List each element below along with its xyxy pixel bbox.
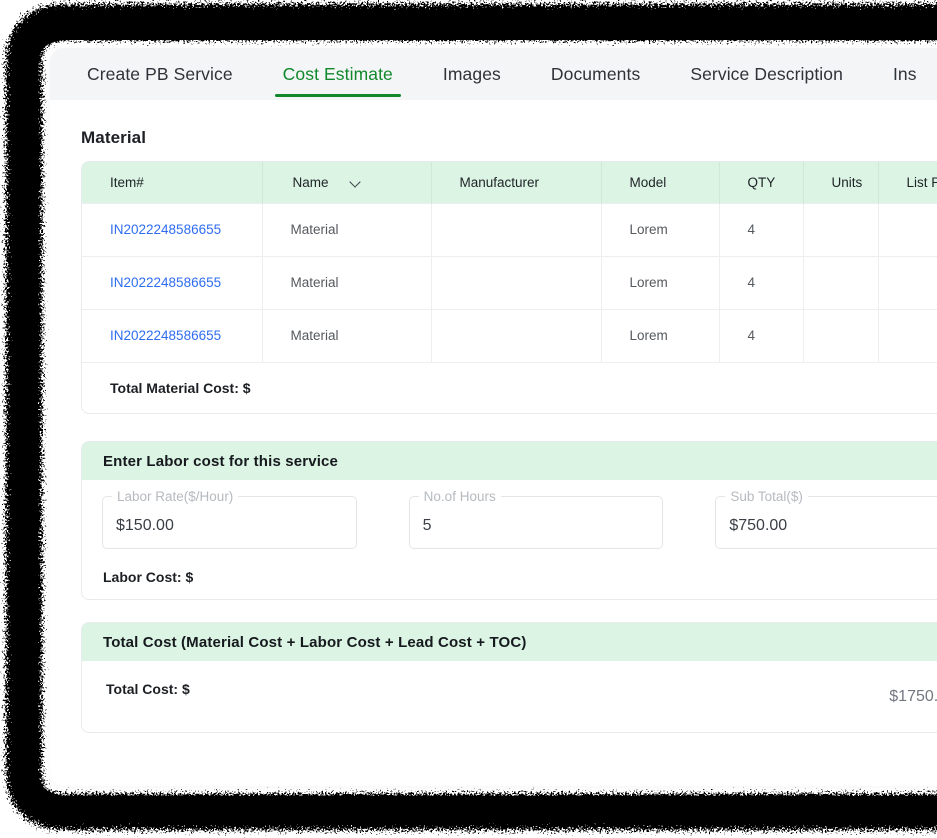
cell-manufacturer <box>431 308 602 362</box>
labor-cost-summary: Labor Cost: $ <box>103 569 194 585</box>
cell-manufacturer <box>431 202 602 256</box>
tab-images[interactable]: Images <box>418 48 526 100</box>
cell-model: Lorem <box>601 308 720 362</box>
tab-label: Service Description <box>690 63 843 84</box>
cell-qty: 4 <box>719 308 804 362</box>
total-cost-body: Total Cost: $ $1750.00 <box>82 661 937 732</box>
labor-fields-row: Labor Rate($/Hour) No.of Hours Sub Total… <box>102 489 937 549</box>
column-header-item[interactable]: Item# <box>82 162 263 203</box>
cell-list-price <box>878 255 937 309</box>
column-header-model[interactable]: Model <box>601 162 720 203</box>
cell-units <box>803 255 879 309</box>
tab-cost-estimate[interactable]: Cost Estimate <box>258 48 418 100</box>
total-material-cost: Total Material Cost: $ <box>82 362 937 413</box>
tab-service-description[interactable]: Service Description <box>665 48 868 100</box>
total-cost-label: Total Cost: $ <box>106 681 190 697</box>
table-row: IN2022248586655 Material Lorem 4 <box>82 202 937 256</box>
item-link[interactable]: IN2022248586655 <box>110 328 221 343</box>
cell-name: Material <box>262 308 432 362</box>
cell-item: IN2022248586655 <box>82 308 263 362</box>
labor-rate-input[interactable] <box>102 502 357 549</box>
item-link[interactable]: IN2022248586655 <box>110 275 221 290</box>
labor-rate-field[interactable]: Labor Rate($/Hour) <box>102 489 357 549</box>
tab-documents[interactable]: Documents <box>526 48 665 100</box>
column-header-list-price[interactable]: List Price($) <box>878 162 937 203</box>
labor-cost-panel: Enter Labor cost for this service Labor … <box>81 441 937 600</box>
cell-units <box>803 308 879 362</box>
item-link[interactable]: IN2022248586655 <box>110 222 221 237</box>
labor-panel-body: Labor Rate($/Hour) No.of Hours Sub Total… <box>82 480 937 599</box>
tab-label: Cost Estimate <box>282 63 393 84</box>
cell-name: Material <box>262 255 432 309</box>
tab-label: Images <box>442 63 501 84</box>
column-header-manufacturer[interactable]: Manufacturer <box>431 162 602 203</box>
total-cost-value: $1750.00 <box>889 688 937 705</box>
tab-create-pb-service[interactable]: Create PB Service <box>62 48 258 100</box>
tab-label: Ins <box>892 63 917 84</box>
chevron-down-icon[interactable] <box>351 177 362 188</box>
cell-item: IN2022248586655 <box>82 202 263 256</box>
tab-label: Documents <box>550 63 641 84</box>
material-table-header-row: Item# Name Manufacturer Model QTY Units … <box>82 162 937 203</box>
column-header-qty[interactable]: QTY <box>719 162 804 203</box>
material-table-card: Item# Name Manufacturer Model QTY Units … <box>81 161 937 414</box>
cell-name: Material <box>262 202 432 256</box>
labor-panel-header: Enter Labor cost for this service <box>82 442 937 480</box>
app-card: Create PB Service Cost Estimate Images D… <box>50 48 937 786</box>
cell-list-price <box>878 308 937 362</box>
column-header-name-label: Name <box>292 174 329 190</box>
total-cost-panel: Total Cost (Material Cost + Labor Cost +… <box>81 622 937 733</box>
cell-manufacturer <box>431 255 602 309</box>
column-header-units[interactable]: Units <box>803 162 879 203</box>
cell-item: IN2022248586655 <box>82 255 263 309</box>
tab-inspection[interactable]: Ins <box>868 48 937 100</box>
table-row: IN2022248586655 Material Lorem 4 <box>82 255 937 309</box>
material-table: Item# Name Manufacturer Model QTY Units … <box>82 162 937 362</box>
column-header-name[interactable]: Name <box>262 162 432 203</box>
total-cost-header: Total Cost (Material Cost + Labor Cost +… <box>82 623 937 661</box>
hours-field[interactable]: No.of Hours <box>408 489 664 549</box>
cell-list-price <box>878 202 937 256</box>
tab-label: Create PB Service <box>87 63 233 84</box>
hours-input[interactable] <box>408 502 664 549</box>
cell-units <box>803 202 879 256</box>
cell-model: Lorem <box>601 202 720 256</box>
cell-qty: 4 <box>719 202 804 256</box>
material-section-title: Material <box>81 128 147 147</box>
tab-bar: Create PB Service Cost Estimate Images D… <box>50 48 937 100</box>
cell-model: Lorem <box>601 255 720 309</box>
cell-qty: 4 <box>719 255 804 309</box>
sub-total-field[interactable]: Sub Total($) <box>715 489 937 549</box>
table-row: IN2022248586655 Material Lorem 4 <box>82 308 937 362</box>
sub-total-input[interactable] <box>715 502 937 549</box>
cost-estimate-panel: Material Item# Name Manufacturer Model Q… <box>50 100 937 733</box>
